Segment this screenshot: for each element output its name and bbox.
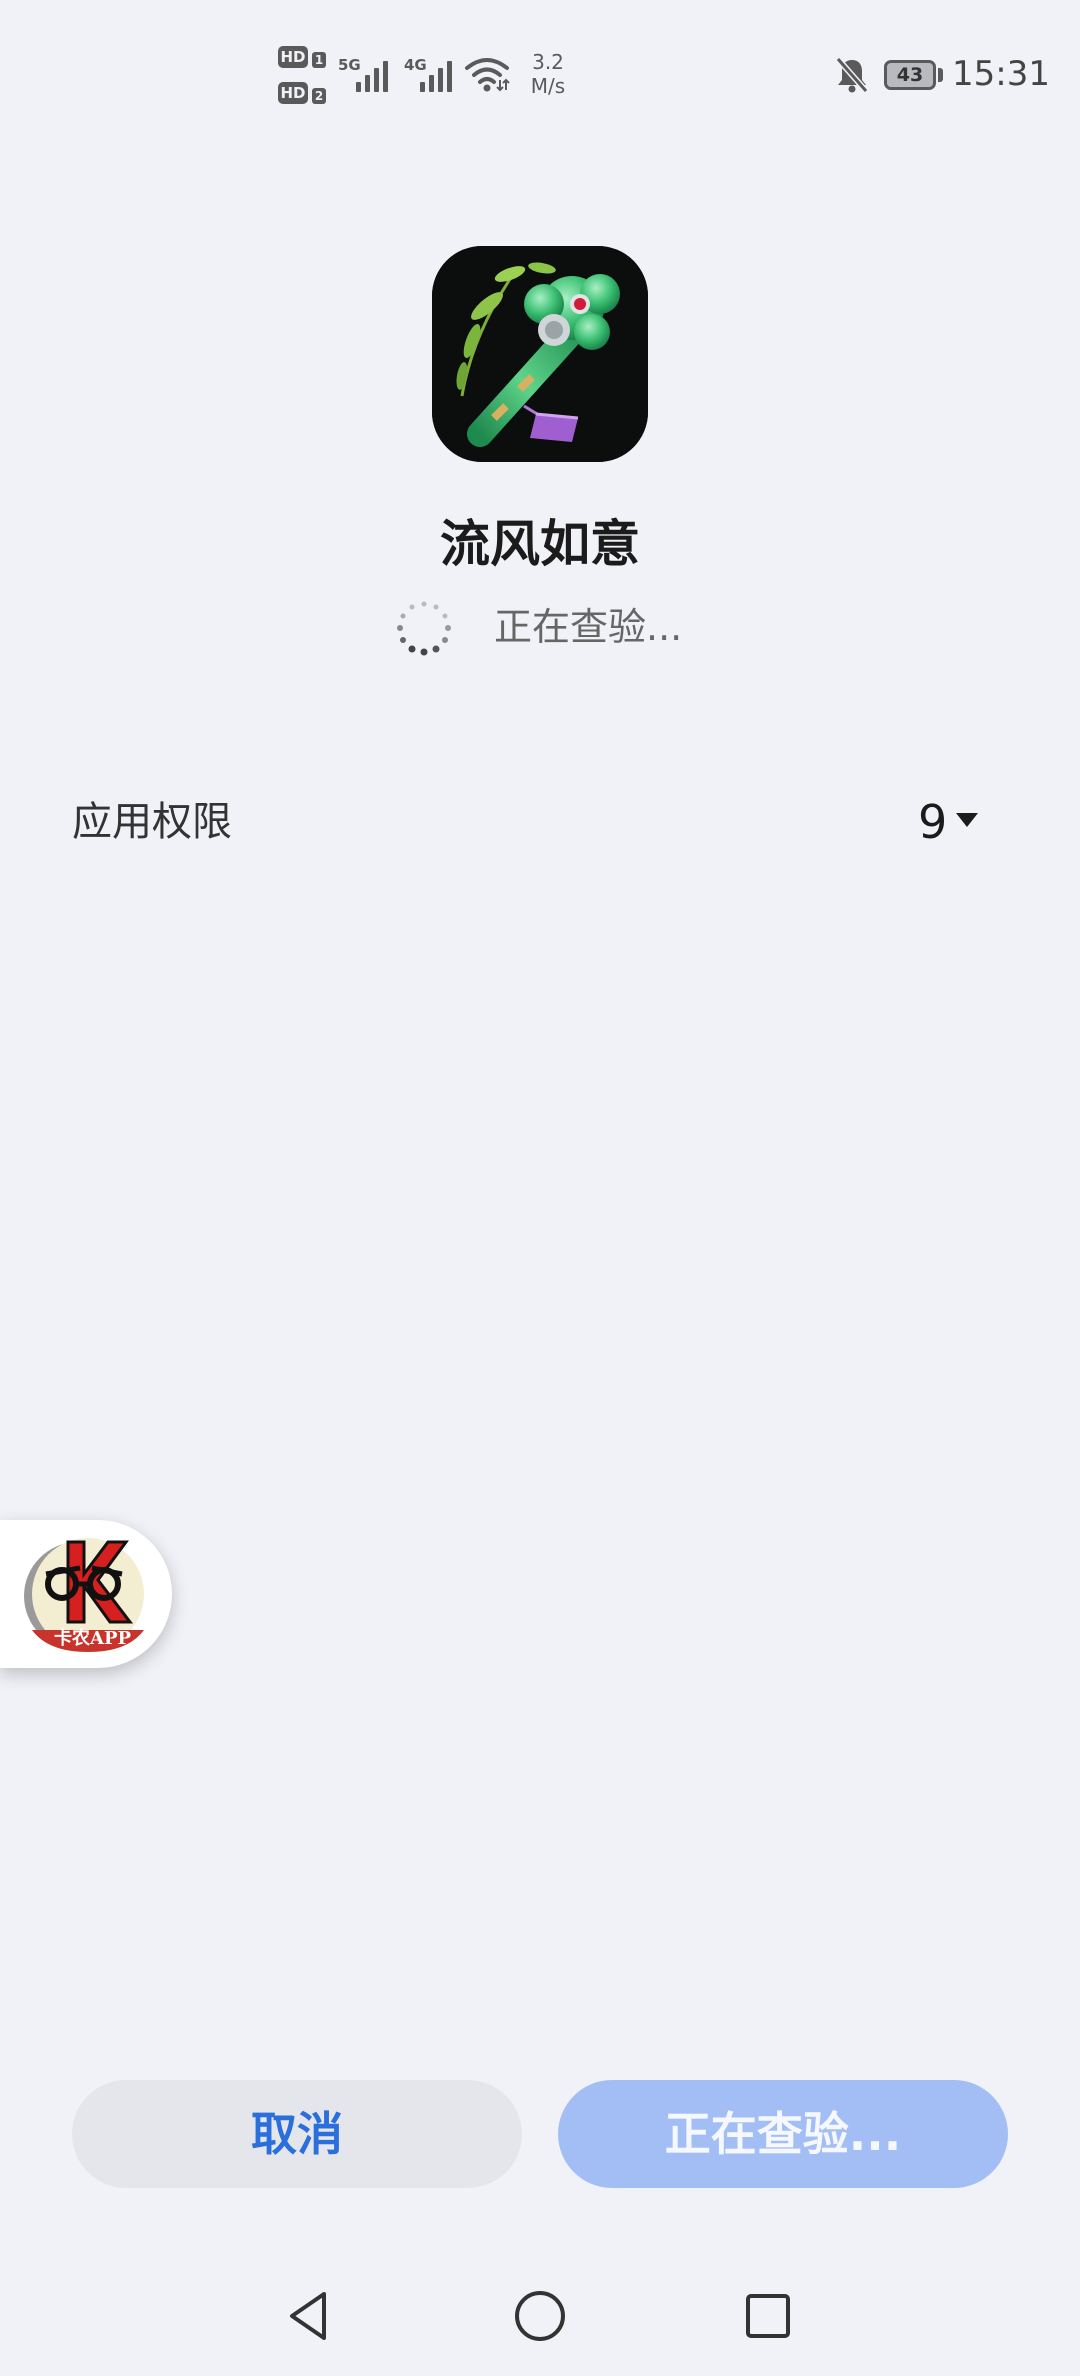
- network-speed: 3.2 M/s: [520, 50, 576, 98]
- floating-app-label: 卡农APP: [54, 1628, 132, 1649]
- hd-badge-1: HD: [278, 46, 308, 68]
- app-icon: [432, 246, 648, 462]
- verification-status: 正在查验...: [394, 594, 714, 658]
- permissions-count: 9: [918, 795, 948, 849]
- status-time: 15:31: [952, 54, 1050, 94]
- recent-apps-icon[interactable]: [738, 2286, 798, 2346]
- dual-sim-indicator: HD 1 HD 2: [278, 44, 330, 108]
- verifying-button[interactable]: 正在查验...: [558, 2080, 1008, 2188]
- bell-off-icon: [835, 57, 869, 93]
- network-speed-unit: M/s: [530, 74, 566, 98]
- wifi-icon: [465, 58, 510, 92]
- home-icon[interactable]: [510, 2286, 570, 2346]
- battery-icon: 43: [884, 60, 936, 90]
- battery-tip: [938, 68, 943, 82]
- permissions-expand-toggle[interactable]: 9: [910, 788, 1010, 858]
- hd-badge-2: HD: [278, 82, 308, 104]
- network-speed-value: 3.2: [532, 50, 564, 74]
- cancel-button[interactable]: 取消: [72, 2080, 522, 2188]
- back-icon[interactable]: [280, 2286, 340, 2346]
- floating-app-bubble[interactable]: 卡农APP: [0, 1520, 172, 1668]
- ruyi-scepter-icon: [432, 246, 648, 462]
- permissions-label: 应用权限: [72, 799, 232, 845]
- loading-spinner-icon: [397, 601, 451, 656]
- signal-icon: [420, 56, 460, 92]
- sim-number-2: 2: [312, 88, 326, 104]
- signal-icon: [356, 56, 396, 92]
- app-name: 流风如意: [440, 515, 640, 573]
- verification-status-text: 正在查验...: [494, 605, 683, 649]
- caret-down-icon: [956, 813, 978, 827]
- status-bar: HD 1 HD 2 5G 4G 3.2 M/s 43 15:31: [0, 0, 1080, 140]
- sim-number-1: 1: [312, 52, 326, 68]
